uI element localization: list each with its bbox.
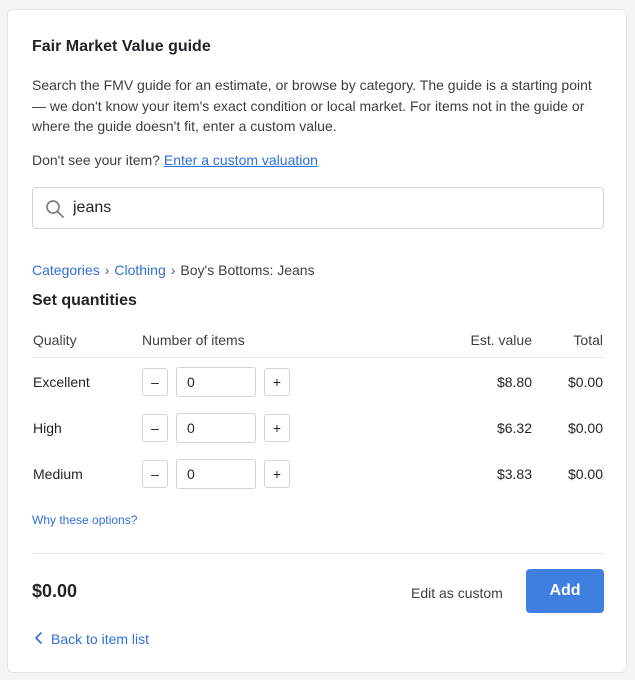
est-value: $8.80 — [496, 374, 532, 390]
table-row: High – + $6.32 $0.00 — [32, 404, 604, 450]
quality-label: Excellent — [33, 374, 90, 390]
enter-custom-valuation-link[interactable]: Enter a custom valuation — [164, 152, 318, 168]
divider — [32, 553, 604, 554]
quality-label: Medium — [33, 466, 83, 482]
quality-label: High — [33, 420, 62, 436]
quantities-table: Quality Number of items Est. value Total… — [32, 328, 604, 496]
search-box — [32, 187, 604, 229]
breadcrumb-categories[interactable]: Categories — [32, 262, 100, 278]
increment-button[interactable]: + — [264, 414, 290, 442]
row-total: $0.00 — [567, 374, 603, 390]
add-button[interactable]: Add — [526, 569, 604, 613]
decrement-button[interactable]: – — [142, 368, 168, 396]
breadcrumb-separator: › — [170, 262, 176, 278]
column-est-value: Est. value — [470, 332, 532, 348]
fmv-guide-card: Fair Market Value guide Search the FMV g… — [7, 9, 627, 673]
breadcrumb-separator: › — [104, 262, 110, 278]
increment-button[interactable]: + — [264, 368, 290, 396]
search-input[interactable] — [73, 188, 593, 228]
edit-as-custom-button[interactable]: Edit as custom — [411, 585, 503, 601]
custom-valuation-prompt: Don't see your item? Enter a custom valu… — [32, 152, 318, 168]
decrement-button[interactable]: – — [142, 460, 168, 488]
set-quantities-title: Set quantities — [32, 292, 137, 309]
row-total: $0.00 — [567, 420, 603, 436]
search-icon — [46, 200, 64, 218]
quantity-input[interactable] — [176, 367, 256, 397]
increment-button[interactable]: + — [264, 460, 290, 488]
back-to-item-list-link[interactable]: Back to item list — [34, 631, 149, 647]
back-label: Back to item list — [51, 631, 150, 647]
chevron-left-icon — [35, 632, 42, 644]
breadcrumb: Categories › Clothing › Boy's Bottoms: Jeans — [32, 262, 315, 278]
quantity-input[interactable] — [176, 413, 256, 443]
breadcrumb-current: Boy's Bottoms: Jeans — [180, 262, 315, 278]
est-value: $6.32 — [496, 420, 532, 436]
decrement-button[interactable]: – — [142, 414, 168, 442]
card-description: Search the FMV guide for an estimate, or… — [32, 77, 592, 134]
quantity-input[interactable] — [176, 459, 256, 489]
row-total: $0.00 — [567, 466, 603, 482]
column-number-of-items: Number of items — [142, 332, 245, 348]
table-header: Quality Number of items Est. value Total — [32, 328, 604, 358]
column-quality: Quality — [33, 332, 77, 348]
column-total: Total — [573, 332, 603, 348]
table-row: Excellent – + $8.80 $0.00 — [32, 358, 604, 404]
est-value: $3.83 — [496, 466, 532, 482]
grand-total: $0.00 — [32, 581, 78, 601]
custom-prompt-text: Don't see your item? — [32, 152, 160, 168]
why-these-options-link[interactable]: Why these options? — [32, 513, 137, 527]
breadcrumb-clothing[interactable]: Clothing — [114, 262, 165, 278]
table-row: Medium – + $3.83 $0.00 — [32, 450, 604, 496]
card-title: Fair Market Value guide — [32, 38, 211, 55]
